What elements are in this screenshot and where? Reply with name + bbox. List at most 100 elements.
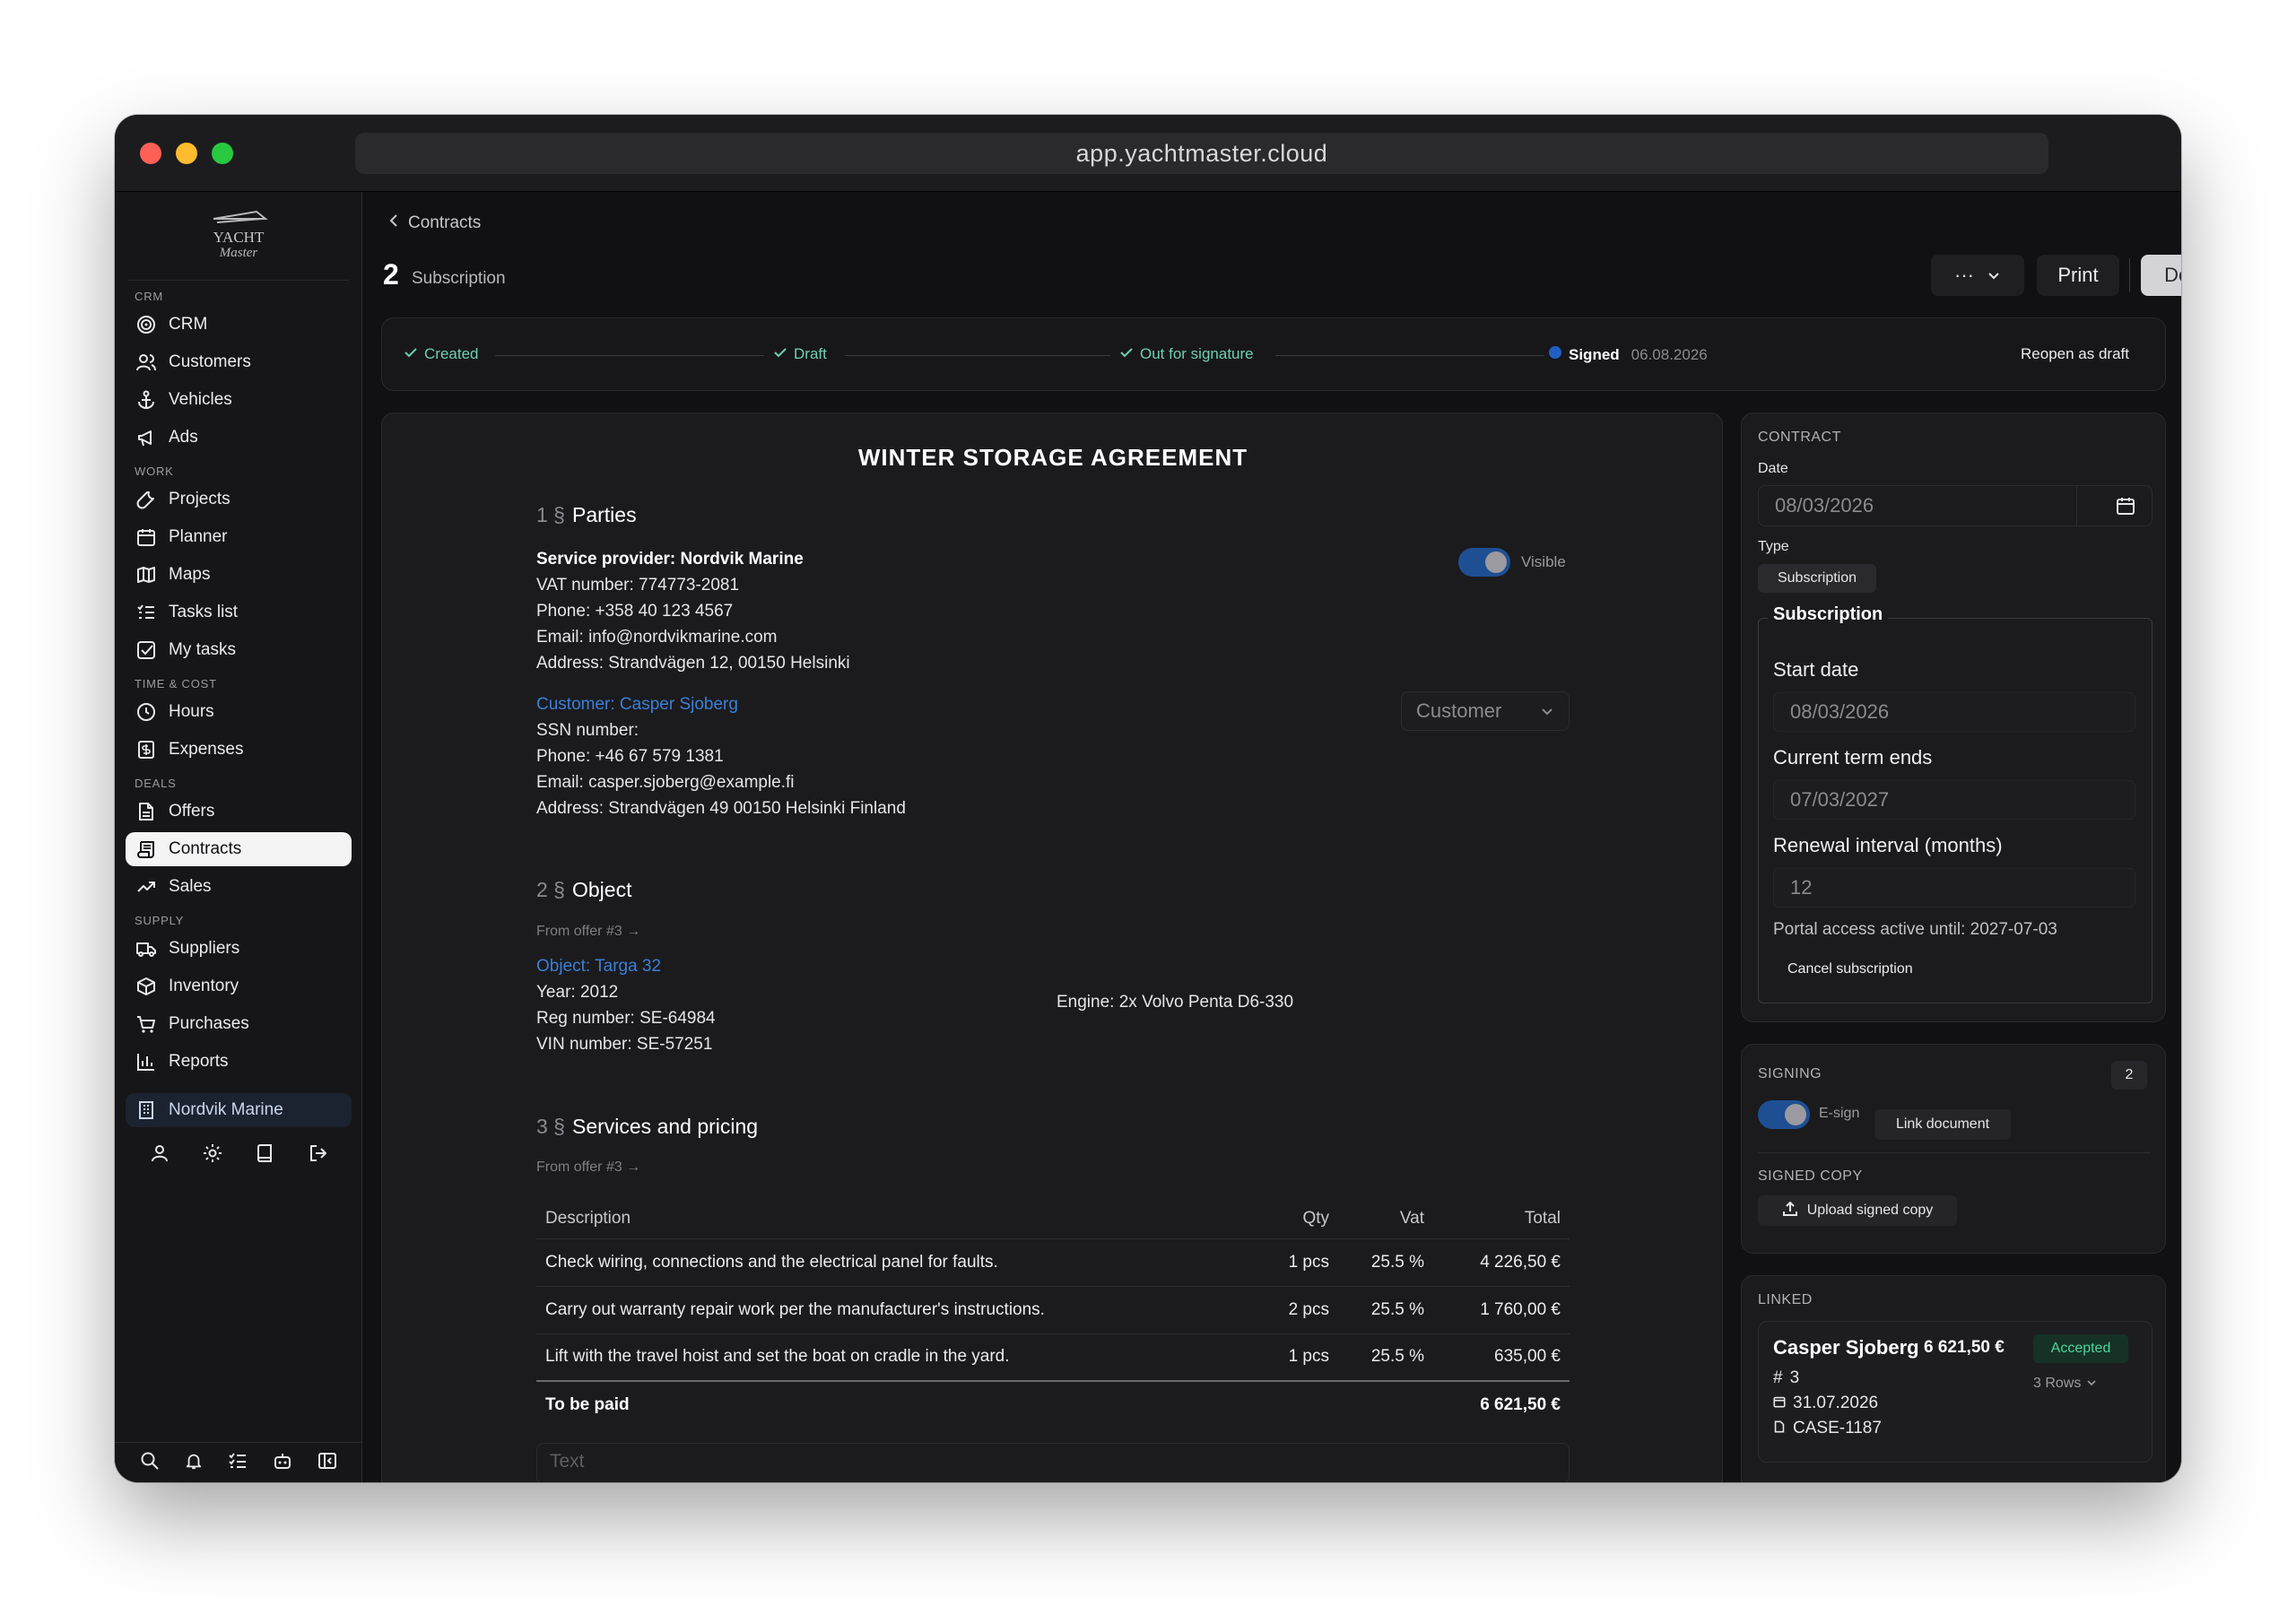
receipt-icon — [136, 740, 156, 760]
free-text-field[interactable]: Text — [536, 1443, 1570, 1482]
chevron-down-icon — [2086, 1376, 2097, 1392]
type-chip[interactable]: Subscription — [1758, 564, 1876, 593]
object-engine: Engine: 2x Volvo Penta D6-330 — [1057, 993, 1294, 1012]
party-role-select[interactable]: Customer — [1401, 691, 1570, 731]
linked-offer-card[interactable]: Casper Sjoberg 6 621,50 € Accepted #3 3 … — [1758, 1321, 2152, 1463]
profile-icon[interactable] — [147, 1141, 172, 1166]
step-signed[interactable]: Signed 06.08.2026 — [1548, 345, 1708, 364]
provider-name: Service provider: Nordvik Marine — [536, 550, 804, 569]
sidebar-item-planner[interactable]: Planner — [126, 520, 352, 554]
upload-signed-copy-button[interactable]: Upload signed copy — [1758, 1195, 1957, 1226]
start-date-input[interactable]: 08/03/2026 — [1773, 692, 2135, 732]
table-row[interactable]: Check wiring, connections and the electr… — [536, 1238, 1570, 1286]
more-actions-button[interactable]: ··· — [1931, 255, 2024, 296]
esign-toggle[interactable] — [1758, 1100, 1810, 1129]
renewal-interval-input[interactable]: 12 — [1773, 868, 2135, 908]
sidebar-item-maps[interactable]: Maps — [126, 558, 352, 592]
col-vat: Vat — [1399, 1208, 1424, 1228]
object-reg: Reg number: SE-64984 — [536, 1009, 716, 1028]
cancel-subscription-button[interactable]: Cancel subscription — [1787, 961, 1913, 977]
step-connector — [1275, 355, 1544, 356]
sidebar-item-hours[interactable]: Hours — [126, 695, 352, 729]
sidebar: YACHT Master CRM CRM Customers Vehicles … — [115, 192, 362, 1482]
check-icon — [773, 345, 787, 363]
upload-icon — [1782, 1201, 1798, 1221]
row-description: Check wiring, connections and the electr… — [536, 1238, 1239, 1286]
upload-label: Upload signed copy — [1806, 1203, 1934, 1218]
object-from-offer-link[interactable]: From offer #3 → — [536, 924, 640, 940]
book-icon[interactable] — [253, 1141, 278, 1166]
sidebar-item-ads[interactable]: Ads — [126, 421, 352, 455]
section-label-crm: CRM — [135, 290, 164, 303]
customer-phone: Phone: +46 67 579 1381 — [536, 747, 724, 766]
table-row[interactable]: Lift with the travel hoist and set the b… — [536, 1333, 1570, 1381]
renewal-interval-label: Renewal interval (months) — [1773, 834, 2003, 856]
collapse-sidebar-icon[interactable] — [317, 1451, 337, 1475]
search-icon[interactable] — [140, 1451, 160, 1475]
sidebar-item-my-tasks[interactable]: My tasks — [126, 633, 352, 667]
download-button[interactable]: Download — [2141, 255, 2181, 296]
contract-document: WINTER STORAGE AGREEMENT 1 § Parties Serv… — [381, 413, 1723, 1482]
sidebar-item-vehicles[interactable]: Vehicles — [126, 383, 352, 417]
object-link[interactable]: Object: Targa 32 — [536, 953, 716, 979]
customer-link[interactable]: Customer: Casper Sjoberg — [536, 691, 906, 717]
chevron-down-icon — [1540, 699, 1554, 723]
step-created[interactable]: Created — [404, 345, 478, 363]
settings-gear-icon[interactable] — [200, 1141, 225, 1166]
logo-divider — [127, 280, 349, 281]
col-description: Description — [545, 1208, 631, 1228]
sidebar-item-projects[interactable]: Projects — [126, 482, 352, 517]
customer-address: Address: Strandvägen 49 00150 Helsinki F… — [536, 799, 906, 818]
sidebar-item-crm[interactable]: CRM — [126, 308, 352, 342]
robot-icon[interactable] — [273, 1451, 292, 1475]
sidebar-item-suppliers[interactable]: Suppliers — [126, 932, 352, 966]
sidebar-item-label: CRM — [169, 315, 208, 334]
provider-email: Email: info@nordvikmarine.com — [536, 628, 778, 647]
sidebar-item-customers[interactable]: Customers — [126, 345, 352, 379]
rows-toggle[interactable]: 3 Rows — [2033, 1376, 2097, 1392]
term-ends-input[interactable]: 07/03/2027 — [1773, 780, 2135, 820]
rows-label: 3 Rows — [2033, 1376, 2082, 1391]
sidebar-item-sales[interactable]: Sales — [126, 870, 352, 904]
sidebar-item-offers[interactable]: Offers — [126, 795, 352, 829]
yachtmaster-logo[interactable]: YACHT Master — [115, 204, 362, 267]
checklist-icon[interactable] — [228, 1451, 248, 1475]
sidebar-item-inventory[interactable]: Inventory — [126, 969, 352, 1003]
breadcrumb[interactable]: Contracts — [388, 213, 481, 233]
calendar-icon[interactable] — [2116, 496, 2135, 521]
step-out-for-signature[interactable]: Out for signature — [1119, 345, 1254, 363]
url-bar[interactable]: app.yachtmaster.cloud — [355, 133, 2048, 174]
services-from-offer-link[interactable]: From offer #3 → — [536, 1159, 640, 1176]
sidebar-item-reports[interactable]: Reports — [126, 1045, 352, 1079]
bell-icon[interactable] — [185, 1452, 203, 1474]
reopen-as-draft-button[interactable]: Reopen as draft — [2021, 345, 2129, 363]
breadcrumb-contracts[interactable]: Contracts — [408, 213, 481, 233]
type-label: Type — [1758, 539, 1789, 554]
title-bar: app.yachtmaster.cloud — [115, 115, 2181, 192]
table-row[interactable]: Carry out warranty repair work per the m… — [536, 1285, 1570, 1333]
sidebar-item-purchases[interactable]: Purchases — [126, 1007, 352, 1041]
company-switcher[interactable]: Nordvik Marine — [126, 1093, 352, 1127]
visible-toggle[interactable] — [1458, 548, 1510, 577]
sidebar-item-label: Projects — [169, 490, 230, 508]
step-draft[interactable]: Draft — [773, 345, 827, 363]
print-button[interactable]: Print — [2037, 255, 2119, 296]
sidebar-item-contracts[interactable]: Contracts — [126, 832, 352, 866]
logout-icon[interactable] — [306, 1141, 331, 1166]
sidebar-footer — [115, 1442, 362, 1482]
close-window-button[interactable] — [140, 143, 161, 164]
sidebar-item-expenses[interactable]: Expenses — [126, 733, 352, 767]
browser-window: app.yachtmaster.cloud YACHT Master CRM C… — [115, 115, 2181, 1482]
signing-count-badge: 2 — [2111, 1061, 2147, 1090]
link-document-button[interactable]: Link document — [1874, 1109, 2011, 1140]
anchor-icon — [136, 390, 156, 410]
sidebar-item-tasks-list[interactable]: Tasks list — [126, 595, 352, 630]
maximize-window-button[interactable] — [212, 143, 233, 164]
minimize-window-button[interactable] — [176, 143, 197, 164]
target-icon — [136, 315, 156, 334]
term-ends-label: Current term ends — [1773, 746, 1933, 769]
contract-type-label: Subscription — [412, 269, 506, 288]
date-input[interactable]: 08/03/2026 — [1758, 485, 2152, 526]
trend-icon — [136, 877, 156, 897]
service-provider-block: Service provider: Nordvik Marine VAT num… — [536, 546, 850, 676]
